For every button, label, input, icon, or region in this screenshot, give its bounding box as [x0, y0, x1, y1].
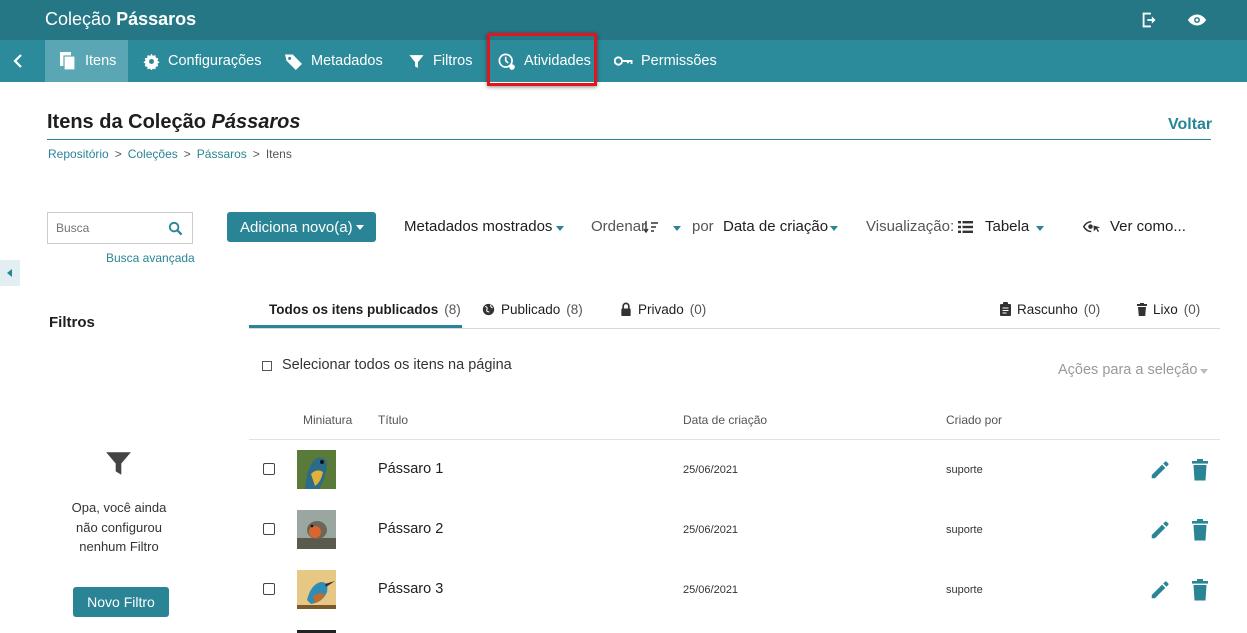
sort-label: Ordenar: [591, 218, 647, 235]
clipboard-icon: [1000, 302, 1011, 316]
caret-left-icon: [7, 269, 12, 277]
tabs-divider: [249, 328, 1220, 329]
tab-published[interactable]: Publicado (8): [482, 301, 583, 317]
trash-icon: [1137, 302, 1147, 316]
logout-icon[interactable]: [1139, 9, 1161, 31]
title-divider: [47, 139, 1211, 140]
top-bar: Coleção Pássaros: [0, 0, 1247, 40]
back-link[interactable]: Voltar: [1168, 116, 1212, 134]
chevron-down-icon: [1036, 226, 1044, 231]
column-created-by: Criado por: [946, 413, 1003, 427]
chevron-down-icon: [673, 226, 681, 231]
filter-icon: [106, 452, 131, 475]
item-date: 25/06/2021: [683, 524, 739, 536]
tab-private[interactable]: Privado (0): [620, 301, 706, 317]
tab-filters[interactable]: Filtros: [408, 40, 472, 82]
tab-activities[interactable]: Atividades: [497, 40, 591, 82]
breadcrumb-collection[interactable]: Pássaros: [197, 147, 247, 161]
sort-by-label: por: [692, 218, 714, 235]
item-author: suporte: [946, 524, 983, 536]
item-title[interactable]: Pássaro 3: [378, 581, 443, 597]
lock-icon: [621, 302, 631, 316]
view-label: Visualização:: [866, 218, 955, 235]
tab-configurations[interactable]: Configurações: [143, 40, 262, 82]
item-thumbnail[interactable]: [297, 510, 336, 549]
search-input[interactable]: [56, 221, 156, 235]
shown-metadata-dropdown[interactable]: Metadados mostrados: [404, 218, 552, 235]
trash-icon[interactable]: [1191, 519, 1209, 541]
chevron-down-icon: [1200, 369, 1208, 374]
gear-icon: [143, 53, 160, 70]
tab-trash[interactable]: Lixo (0): [1137, 301, 1200, 317]
tab-metadata[interactable]: Metadados: [284, 40, 383, 82]
item-author: suporte: [946, 584, 983, 596]
add-new-button[interactable]: Adiciona novo(a): [227, 212, 376, 242]
advanced-search-link[interactable]: Busca avançada: [106, 251, 195, 265]
view-as-button[interactable]: Ver como...: [1110, 218, 1186, 235]
edit-icon[interactable]: [1149, 579, 1171, 601]
back-arrow-button[interactable]: [0, 40, 36, 82]
row-checkbox[interactable]: [263, 523, 275, 535]
tag-icon: [285, 54, 302, 70]
no-filters-message: Opa, você ainda não configurou nenhum Fi…: [71, 500, 167, 554]
collapse-filters-tab[interactable]: [0, 260, 20, 286]
select-all-label: Selecionar todos os itens na página: [282, 357, 512, 373]
sort-field-dropdown[interactable]: Data de criação: [723, 218, 828, 235]
table-header-divider: [249, 439, 1220, 440]
select-all-checkbox[interactable]: [262, 361, 272, 371]
key-icon: [614, 56, 633, 66]
row-checkbox[interactable]: [263, 463, 275, 475]
chevron-left-icon: [13, 54, 22, 68]
bulk-actions-dropdown[interactable]: Ações para a seleção: [1058, 362, 1197, 378]
breadcrumb: Repositório > Coleções > Pássaros > Itens: [48, 147, 292, 161]
item-title[interactable]: Pássaro 2: [378, 521, 443, 537]
collection-name: Pássaros: [116, 9, 197, 29]
trash-icon[interactable]: [1191, 579, 1209, 601]
edit-icon[interactable]: [1149, 519, 1171, 541]
tab-permissions[interactable]: Permissões: [614, 40, 717, 82]
eye-icon[interactable]: [1186, 9, 1208, 31]
item-date: 25/06/2021: [683, 584, 739, 596]
item-thumbnail[interactable]: [297, 570, 336, 609]
column-title: Título: [378, 413, 409, 427]
breadcrumb-current: Itens: [265, 147, 292, 161]
item-title[interactable]: Pássaro 1: [378, 461, 443, 477]
chevron-down-icon: [556, 226, 564, 231]
item-date: 25/06/2021: [683, 464, 739, 476]
tab-items[interactable]: Itens: [45, 40, 128, 82]
edit-icon[interactable]: [1149, 459, 1171, 481]
activity-icon: [498, 53, 515, 70]
tab-draft[interactable]: Rascunho (0): [1000, 301, 1100, 317]
view-mode-dropdown[interactable]: Tabela: [985, 218, 1029, 235]
chevron-down-icon: [830, 226, 838, 231]
list-view-icon: [958, 221, 973, 233]
chevron-down-icon: [356, 225, 364, 230]
filters-title: Filtros: [49, 314, 95, 331]
search-icon[interactable]: [168, 221, 183, 236]
collection-title: Coleção Pássaros: [45, 9, 197, 29]
search-box: [47, 212, 193, 244]
view-as-icon: [1083, 221, 1101, 233]
breadcrumb-collections[interactable]: Coleções: [128, 147, 178, 161]
item-author: suporte: [946, 464, 983, 476]
item-thumbnail[interactable]: [297, 450, 336, 489]
collection-nav: Itens Configurações Metadados Filtros At…: [0, 40, 1247, 82]
items-icon: [60, 52, 76, 71]
trash-icon[interactable]: [1191, 459, 1209, 481]
column-thumbnail: Miniatura: [303, 413, 353, 427]
breadcrumb-repository[interactable]: Repositório: [48, 147, 109, 161]
column-creation-date: Data de criação: [683, 413, 768, 427]
sort-order-icon[interactable]: [643, 219, 659, 235]
tab-all-published[interactable]: Todos os itens publicados (8): [269, 301, 461, 317]
page-title: Itens da Coleção Pássaros: [47, 111, 301, 133]
filter-icon: [409, 54, 424, 68]
new-filter-button[interactable]: Novo Filtro: [73, 587, 169, 617]
globe-icon: [482, 303, 495, 315]
row-checkbox[interactable]: [263, 583, 275, 595]
